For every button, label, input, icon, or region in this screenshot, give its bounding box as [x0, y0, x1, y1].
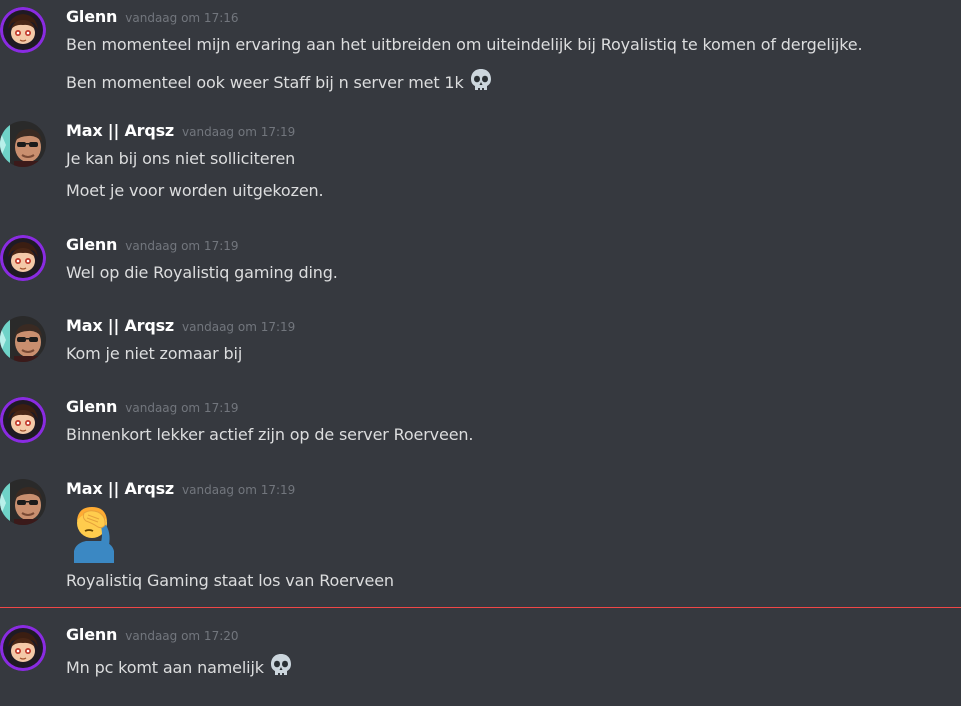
- message-header: Glenn vandaag om 17:16: [66, 7, 239, 29]
- author-name[interactable]: Glenn: [66, 235, 117, 254]
- glenn-avatar[interactable]: [0, 7, 46, 53]
- glenn-avatar[interactable]: [0, 397, 46, 443]
- facepalm-icon: [68, 503, 120, 567]
- message-text: Royalistiq Gaming staat los van Roerveen: [66, 571, 394, 590]
- message-text: Mn pc komt aan namelijk: [66, 658, 264, 677]
- message-header: Max || Arqsz vandaag om 17:19: [66, 121, 295, 143]
- author-name[interactable]: Max || Arqsz: [66, 121, 174, 140]
- message-timestamp: vandaag om 17:19: [182, 320, 296, 334]
- message-timestamp: vandaag om 17:19: [182, 125, 296, 139]
- glenn-avatar[interactable]: [0, 235, 46, 281]
- message-text: Wel op die Royalistiq gaming ding.: [66, 263, 338, 282]
- message-timestamp: vandaag om 17:16: [125, 11, 239, 25]
- author-name[interactable]: Max || Arqsz: [66, 479, 174, 498]
- message-header: Max || Arqsz vandaag om 17:19: [66, 479, 295, 501]
- max-avatar[interactable]: [0, 121, 46, 167]
- message-timestamp: vandaag om 17:19: [125, 239, 239, 253]
- message-timestamp: vandaag om 17:19: [125, 401, 239, 415]
- message-header: Glenn vandaag om 17:20: [66, 625, 239, 647]
- message-text-line: Ben momenteel ook weer Staff bij n serve…: [66, 67, 494, 97]
- message-text: Je kan bij ons niet solliciteren: [66, 149, 296, 168]
- message-text-line: Mn pc komt aan namelijk: [66, 652, 294, 682]
- max-avatar[interactable]: [0, 479, 46, 525]
- message-text: Binnenkort lekker actief zijn op de serv…: [66, 425, 474, 444]
- message-text: Ben momenteel ook weer Staff bij n serve…: [66, 73, 464, 92]
- author-name[interactable]: Max || Arqsz: [66, 316, 174, 335]
- message-text: Ben momenteel mijn ervaring aan het uitb…: [66, 35, 863, 54]
- chat-message-list: Glenn vandaag om 17:16 Ben momenteel mijn…: [0, 0, 961, 706]
- message-text: Kom je niet zomaar bij: [66, 344, 243, 363]
- new-messages-divider: [0, 607, 961, 608]
- author-name[interactable]: Glenn: [66, 7, 117, 26]
- message-timestamp: vandaag om 17:20: [125, 629, 239, 643]
- skull-icon: [268, 652, 294, 682]
- message-header: Glenn vandaag om 17:19: [66, 235, 239, 257]
- glenn-avatar[interactable]: [0, 625, 46, 671]
- skull-icon: [468, 67, 494, 97]
- message-header: Max || Arqsz vandaag om 17:19: [66, 316, 295, 338]
- author-name[interactable]: Glenn: [66, 397, 117, 416]
- message-timestamp: vandaag om 17:19: [182, 483, 296, 497]
- max-avatar[interactable]: [0, 316, 46, 362]
- message-header: Glenn vandaag om 17:19: [66, 397, 239, 419]
- author-name[interactable]: Glenn: [66, 625, 117, 644]
- message-text: Moet je voor worden uitgekozen.: [66, 181, 324, 200]
